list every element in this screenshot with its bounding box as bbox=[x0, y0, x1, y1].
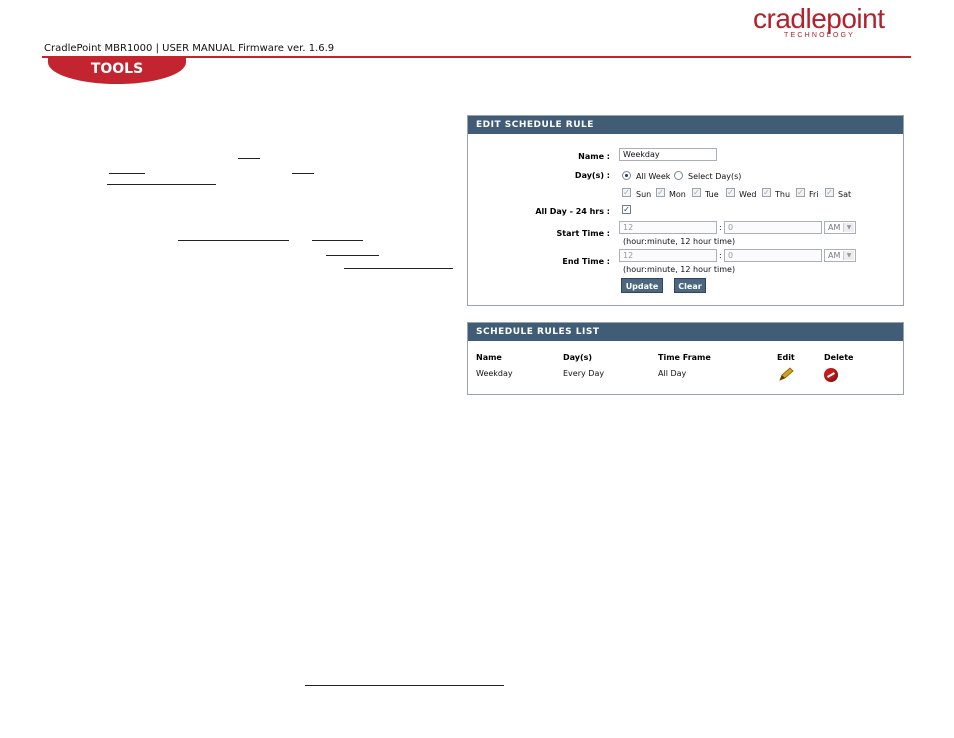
day-label-tue: Tue bbox=[705, 190, 719, 199]
select-days-radio[interactable] bbox=[674, 171, 683, 180]
column-header-time-frame: Time Frame bbox=[658, 353, 711, 362]
edit-schedule-rule-panel: EDIT SCHEDULE RULE Name : Weekday Day(s)… bbox=[467, 115, 904, 306]
start-time-colon: : bbox=[719, 223, 722, 232]
day-checkbox-tue[interactable]: ✓ bbox=[692, 188, 701, 197]
text-underline bbox=[178, 240, 289, 241]
text-underline bbox=[326, 255, 379, 256]
logo-wordmark: cradlepoint bbox=[753, 3, 885, 34]
column-header-days: Day(s) bbox=[563, 353, 593, 362]
update-button[interactable]: Update bbox=[621, 278, 663, 293]
document-title: CradlePoint MBR1000 | USER MANUAL Firmwa… bbox=[44, 43, 335, 54]
text-underline bbox=[109, 173, 145, 174]
start-time-label: Start Time : bbox=[556, 229, 610, 238]
start-hour-input[interactable]: 12 bbox=[619, 221, 717, 234]
day-checkbox-sat[interactable]: ✓ bbox=[825, 188, 834, 197]
text-underline bbox=[107, 184, 216, 185]
end-hour-input[interactable]: 12 bbox=[619, 249, 717, 262]
row-days: Every Day bbox=[563, 369, 605, 378]
name-label: Name : bbox=[578, 152, 610, 161]
day-label-wed: Wed bbox=[739, 190, 757, 199]
pencil-edit-icon[interactable] bbox=[778, 367, 794, 381]
all-day-checkbox[interactable]: ✓ bbox=[622, 205, 631, 214]
start-minute-input[interactable]: 0 bbox=[724, 221, 822, 234]
start-time-hint: (hour:minute, 12 hour time) bbox=[623, 237, 736, 246]
day-label-fri: Fri bbox=[809, 190, 819, 199]
end-time-colon: : bbox=[719, 251, 722, 260]
day-checkbox-sun[interactable]: ✓ bbox=[622, 188, 631, 197]
days-label: Day(s) : bbox=[574, 171, 610, 180]
start-ampm-select[interactable]: AM ▼ bbox=[824, 221, 856, 234]
section-tab: TOOLS bbox=[48, 56, 186, 84]
clear-button[interactable]: Clear bbox=[674, 278, 706, 293]
end-ampm-select[interactable]: AM ▼ bbox=[824, 249, 856, 262]
all-week-label: All Week bbox=[636, 172, 671, 181]
text-underline bbox=[292, 173, 314, 174]
edit-schedule-rule-title: EDIT SCHEDULE RULE bbox=[468, 116, 903, 134]
column-header-name: Name bbox=[476, 353, 502, 362]
schedule-rules-list-panel: SCHEDULE RULES LIST Name Day(s) Time Fra… bbox=[467, 322, 904, 395]
column-header-edit: Edit bbox=[777, 353, 795, 362]
name-input[interactable]: Weekday bbox=[619, 148, 717, 161]
text-underline bbox=[312, 240, 363, 241]
end-ampm-value: AM bbox=[828, 251, 841, 260]
all-week-radio[interactable] bbox=[622, 171, 631, 180]
text-underline bbox=[238, 158, 260, 159]
schedule-rules-list-title: SCHEDULE RULES LIST bbox=[468, 323, 903, 341]
row-time-frame: All Day bbox=[658, 369, 687, 378]
day-label-mon: Mon bbox=[669, 190, 686, 199]
logo-tagline: TECHNOLOGY bbox=[784, 32, 856, 39]
delete-icon[interactable] bbox=[824, 368, 838, 382]
start-ampm-value: AM bbox=[828, 223, 841, 232]
text-underline bbox=[344, 268, 453, 269]
day-checkbox-thu[interactable]: ✓ bbox=[762, 188, 771, 197]
section-tab-label: TOOLS bbox=[90, 61, 144, 77]
cradlepoint-logo: cradlepoint TECHNOLOGY bbox=[753, 4, 903, 44]
end-minute-input[interactable]: 0 bbox=[724, 249, 822, 262]
day-checkbox-fri[interactable]: ✓ bbox=[796, 188, 805, 197]
day-label-sat: Sat bbox=[838, 190, 852, 199]
chevron-down-icon: ▼ bbox=[843, 251, 854, 260]
day-checkbox-mon[interactable]: ✓ bbox=[656, 188, 665, 197]
all-day-label: All Day - 24 hrs : bbox=[535, 207, 610, 216]
end-time-label: End Time : bbox=[562, 257, 610, 266]
row-name: Weekday bbox=[476, 369, 513, 378]
column-header-delete: Delete bbox=[824, 353, 854, 362]
chevron-down-icon: ▼ bbox=[843, 223, 854, 232]
text-underline bbox=[305, 685, 504, 686]
day-label-thu: Thu bbox=[775, 190, 791, 199]
end-time-hint: (hour:minute, 12 hour time) bbox=[623, 265, 736, 274]
day-label-sun: Sun bbox=[636, 190, 652, 199]
day-checkbox-wed[interactable]: ✓ bbox=[726, 188, 735, 197]
select-days-label: Select Day(s) bbox=[688, 172, 742, 181]
